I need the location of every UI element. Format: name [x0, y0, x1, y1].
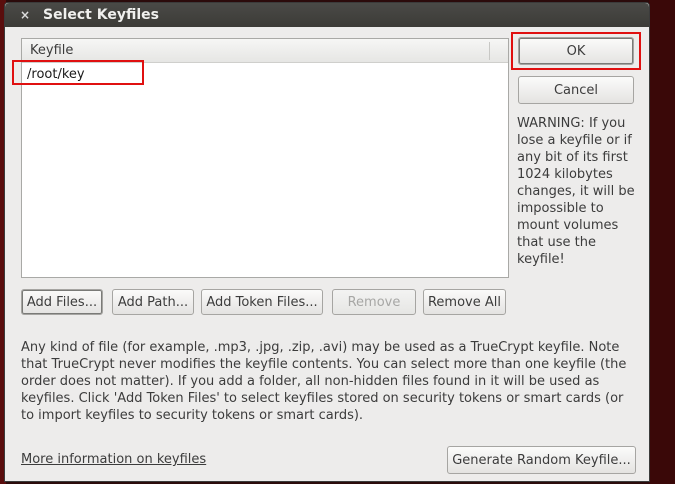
add-files-button[interactable]: Add Files...	[21, 289, 103, 315]
ok-button[interactable]: OK	[518, 37, 634, 65]
list-item[interactable]: /root/key	[22, 63, 508, 85]
generate-random-keyfile-button[interactable]: Generate Random Keyfile...	[447, 446, 636, 474]
close-icon[interactable]: ×	[17, 7, 33, 23]
warning-text: WARNING: If you lose a keyfile or if any…	[517, 116, 635, 267]
add-path-button[interactable]: Add Path...	[112, 289, 194, 315]
remove-all-button[interactable]: Remove All	[423, 289, 506, 315]
column-separator	[489, 42, 490, 60]
window-title: Select Keyfiles	[43, 7, 159, 23]
keyfile-info-text: Any kind of file (for example, .mp3, .jp…	[21, 340, 627, 423]
remove-button[interactable]: Remove	[332, 289, 416, 315]
desktop-background-right	[649, 0, 675, 484]
select-keyfiles-dialog: × Select Keyfiles Keyfile /root/key OK C…	[4, 2, 650, 482]
add-token-files-button[interactable]: Add Token Files...	[201, 289, 323, 315]
list-column-header[interactable]: Keyfile	[22, 39, 508, 63]
cancel-button[interactable]: Cancel	[518, 76, 634, 104]
keyfile-path: /root/key	[27, 66, 85, 82]
more-info-link[interactable]: More information on keyfiles	[21, 452, 206, 467]
column-header-keyfile: Keyfile	[30, 43, 74, 58]
keyfile-list[interactable]: Keyfile /root/key	[21, 38, 509, 278]
title-bar: × Select Keyfiles	[5, 3, 649, 27]
